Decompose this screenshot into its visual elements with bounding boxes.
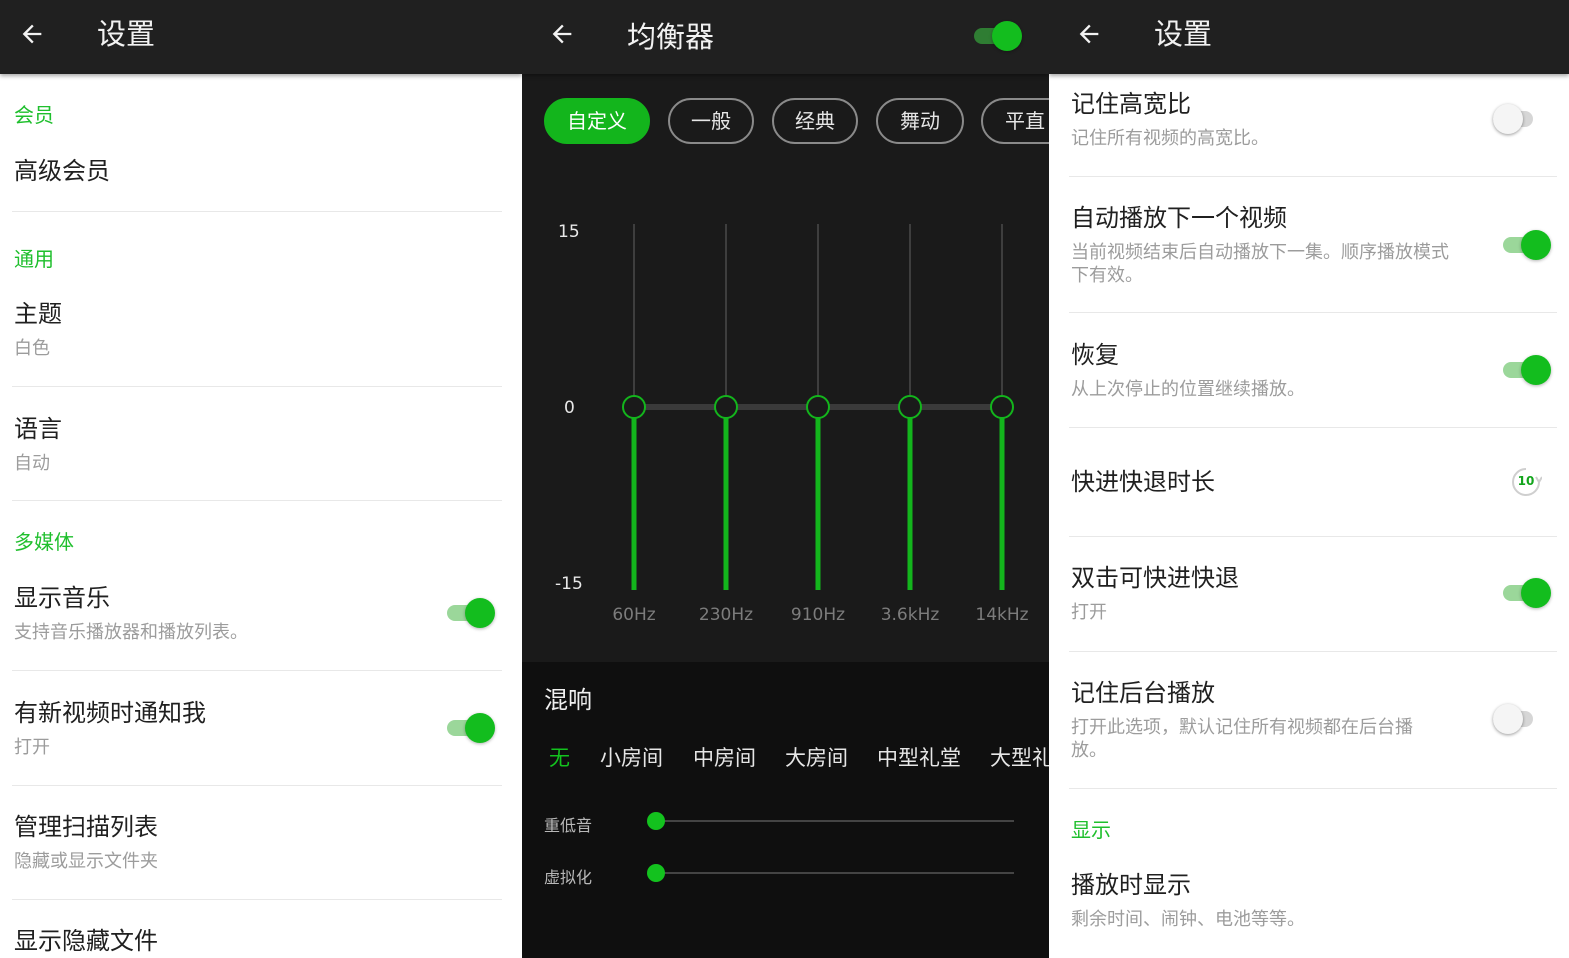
setting-subtitle: 剩余时间、闹钟、电池等等。 bbox=[1071, 909, 1305, 930]
setting-title: 有新视频时通知我 bbox=[14, 699, 206, 727]
page-title: 设置 bbox=[97, 17, 156, 51]
band-freq-label: 910Hz bbox=[790, 605, 846, 625]
autoplay-toggle[interactable] bbox=[1503, 228, 1551, 262]
page-title: 均衡器 bbox=[627, 20, 715, 54]
band-freq-label: 60Hz bbox=[612, 605, 656, 625]
band-knob[interactable] bbox=[990, 395, 1014, 419]
reverb-small-room[interactable]: 小房间 bbox=[600, 742, 663, 772]
back-button[interactable] bbox=[1069, 14, 1109, 54]
reverb-medium-room[interactable]: 中房间 bbox=[693, 742, 756, 772]
section-header-media: 多媒体 bbox=[14, 530, 74, 554]
setting-subtitle: 支持音乐播放器和播放列表。 bbox=[14, 622, 248, 643]
app-bar: 设置 bbox=[1049, 0, 1569, 74]
band-knob[interactable] bbox=[898, 395, 922, 419]
reverb-large-hall[interactable]: 大型礼 bbox=[990, 742, 1049, 772]
bass-slider-track[interactable] bbox=[656, 820, 1014, 822]
bass-slider-thumb[interactable] bbox=[647, 812, 665, 830]
forward-10-icon[interactable]: 10 bbox=[1510, 466, 1542, 498]
preset-dance[interactable]: 舞动 bbox=[876, 98, 964, 144]
setting-title: 高级会员 bbox=[14, 157, 110, 185]
reverb-none[interactable]: 无 bbox=[549, 742, 570, 772]
back-button[interactable] bbox=[12, 14, 52, 54]
band-knob[interactable] bbox=[806, 395, 830, 419]
divider bbox=[1069, 788, 1557, 789]
virtualizer-slider-track[interactable] bbox=[656, 872, 1014, 874]
section-header-general: 通用 bbox=[14, 247, 54, 271]
back-button[interactable] bbox=[542, 14, 582, 54]
preset-classic[interactable]: 经典 bbox=[772, 98, 858, 144]
app-bar: 均衡器 bbox=[522, 0, 1049, 74]
setting-title: 记住后台播放 bbox=[1071, 679, 1215, 707]
remember-aspect-toggle[interactable] bbox=[1493, 102, 1541, 136]
divider bbox=[12, 670, 502, 671]
section-header-display: 显示 bbox=[1071, 818, 1111, 842]
setting-title: 主题 bbox=[14, 300, 62, 328]
equalizer-enable-toggle[interactable] bbox=[974, 19, 1022, 53]
divider bbox=[12, 899, 502, 900]
setting-subtitle: 从上次停止的位置继续播放。 bbox=[1071, 379, 1305, 400]
preset-flat[interactable]: 平直 bbox=[981, 98, 1049, 144]
reverb-large-room[interactable]: 大房间 bbox=[785, 742, 848, 772]
equalizer-bands[interactable] bbox=[522, 200, 1049, 600]
band-freq-label: 14kHz bbox=[975, 605, 1029, 625]
setting-subtitle: 隐藏或显示文件夹 bbox=[14, 851, 158, 872]
setting-title: 语言 bbox=[14, 415, 62, 443]
preset-custom[interactable]: 自定义 bbox=[544, 98, 650, 144]
preset-list: 自定义 一般 经典 舞动 平直 bbox=[522, 98, 1049, 148]
setting-title: 快进快退时长 bbox=[1071, 468, 1215, 496]
setting-title: 双击可快进快退 bbox=[1071, 564, 1239, 592]
divider bbox=[1069, 536, 1557, 537]
setting-subtitle: 自动 bbox=[14, 453, 50, 474]
virtualizer-label: 虚拟化 bbox=[544, 868, 593, 887]
reverb-title: 混响 bbox=[544, 686, 592, 714]
divider bbox=[1069, 651, 1557, 652]
divider bbox=[1069, 427, 1557, 428]
setting-title: 管理扫描列表 bbox=[14, 813, 158, 841]
settings-panel-right: 设置 记住高宽比 记住所有视频的高宽比。 自动播放下一个视频 当前视频结束后自动… bbox=[1049, 0, 1569, 958]
setting-subtitle: 白色 bbox=[14, 338, 50, 359]
equalizer-panel: 均衡器 自定义 一般 经典 舞动 平直 15 0 -15 60Hz 230Hz … bbox=[522, 0, 1049, 958]
band-freq-label: 3.6kHz bbox=[880, 605, 940, 625]
notify-toggle[interactable] bbox=[447, 711, 495, 745]
band-knob[interactable] bbox=[714, 395, 738, 419]
setting-subtitle: 打开 bbox=[1071, 602, 1107, 623]
divider bbox=[1069, 312, 1557, 313]
setting-title: 恢复 bbox=[1071, 341, 1119, 369]
page-title: 设置 bbox=[1154, 17, 1213, 51]
setting-subtitle: 当前视频结束后自动播放下一集。顺序播放模式下有效。 bbox=[1071, 242, 1449, 286]
show-music-toggle[interactable] bbox=[447, 596, 495, 630]
arrow-left-icon bbox=[22, 24, 42, 44]
setting-title: 显示隐藏文件 bbox=[14, 927, 158, 955]
app-bar: 设置 bbox=[0, 0, 522, 74]
section-header-member: 会员 bbox=[14, 103, 54, 127]
virtualizer-slider-thumb[interactable] bbox=[647, 864, 665, 882]
arrow-left-icon bbox=[552, 24, 572, 44]
reverb-medium-hall[interactable]: 中型礼堂 bbox=[877, 742, 961, 772]
divider bbox=[12, 211, 502, 212]
double-tap-toggle[interactable] bbox=[1503, 576, 1551, 610]
setting-subtitle: 打开此选项，默认记住所有视频都在后台播放。 bbox=[1071, 717, 1413, 761]
setting-title: 显示音乐 bbox=[14, 584, 110, 612]
setting-title: 记住高宽比 bbox=[1071, 90, 1191, 118]
divider bbox=[1069, 176, 1557, 177]
resume-toggle[interactable] bbox=[1503, 353, 1551, 387]
divider bbox=[12, 386, 502, 387]
divider bbox=[12, 500, 502, 501]
band-freq-label: 230Hz bbox=[698, 605, 754, 625]
reverb-section bbox=[522, 662, 1049, 958]
seek-badge-text: 10 bbox=[1517, 474, 1535, 488]
preset-normal[interactable]: 一般 bbox=[668, 98, 754, 144]
setting-subtitle: 记住所有视频的高宽比。 bbox=[1071, 128, 1269, 149]
divider bbox=[12, 785, 502, 786]
setting-subtitle: 打开 bbox=[14, 737, 50, 758]
settings-panel-left: 设置 会员 高级会员 通用 主题 白色 语言 自动 多媒体 显示音乐 支持音乐播… bbox=[0, 0, 522, 958]
arrow-left-icon bbox=[1079, 24, 1099, 44]
setting-title: 播放时显示 bbox=[1071, 871, 1191, 899]
bass-label: 重低音 bbox=[544, 816, 593, 835]
band-knob[interactable] bbox=[622, 395, 646, 419]
background-play-toggle[interactable] bbox=[1493, 702, 1541, 736]
setting-title: 自动播放下一个视频 bbox=[1071, 204, 1287, 232]
